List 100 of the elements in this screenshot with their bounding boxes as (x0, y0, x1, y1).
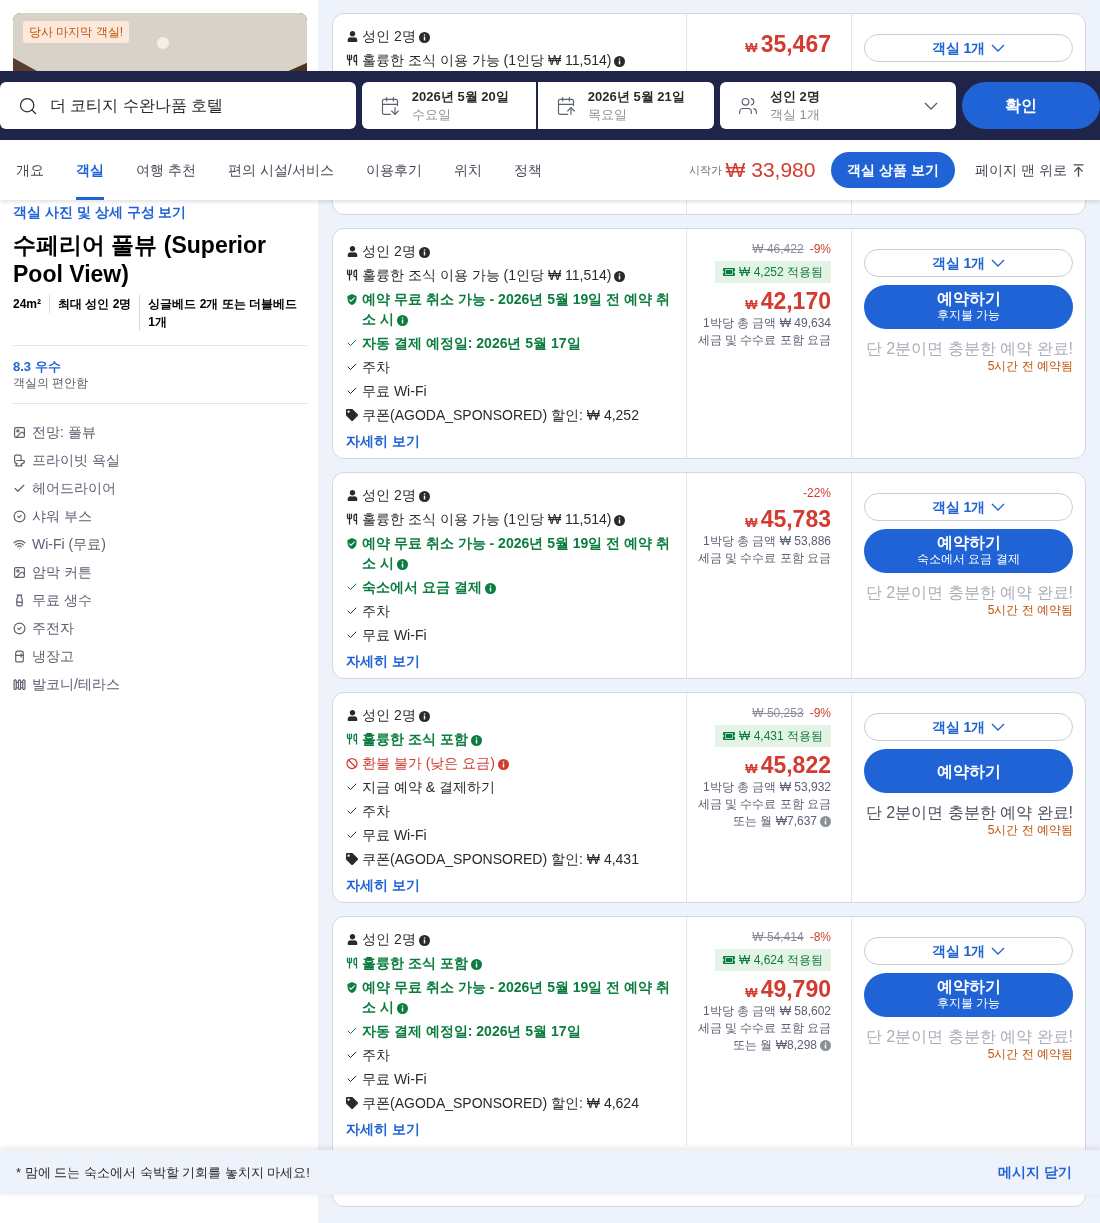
utensils-icon (346, 513, 358, 525)
offer-feature: 성인 2명 (362, 485, 430, 505)
back-to-top-link[interactable]: 페이지 맨 위로 (975, 159, 1086, 181)
currency-symbol: ₩ (745, 984, 758, 1002)
offer-feature: 주차 (362, 802, 390, 821)
people-icon (737, 95, 758, 116)
date-field[interactable]: 2026년 5월 21일 목요일 (537, 82, 714, 129)
book-button[interactable]: 예약하기 후지불 가능 (864, 285, 1073, 329)
section-tab[interactable]: 이용후기 (365, 140, 422, 200)
section-tab[interactable]: 여행 추천 (136, 140, 196, 200)
info-icon[interactable] (418, 934, 430, 946)
booked-recently-text: 5시간 전 예약됨 (986, 358, 1073, 374)
offer-feature: 예약 무료 취소 가능 - 2026년 5월 19일 전 예약 취소 시 (362, 290, 672, 329)
offer-feature: 주차 (362, 602, 390, 621)
search-icon (18, 95, 38, 116)
book-button[interactable]: 예약하기 후지불 가능 (864, 973, 1073, 1017)
room-photos-link[interactable]: 객실 사진 및 상세 구성 보기 (13, 203, 307, 221)
amenity-item: Wi-Fi (무료) (32, 534, 106, 554)
offer-feature: 훌륭한 조식 이용 가능 (1인당 ₩ 11,514) (362, 509, 626, 529)
total-price: 1박당 총 금액 ₩ 49,634 (702, 315, 831, 332)
close-message-button[interactable]: 메시지 닫기 (998, 1162, 1072, 1183)
amenity-item: 전망: 풀뷰 (32, 422, 96, 442)
person-icon (346, 245, 358, 257)
search-field[interactable]: 더 코티지 수완나품 호텔 (0, 82, 356, 129)
offer-feature: 자동 결제 예정일: 2026년 5월 17일 (362, 334, 581, 353)
installment-text: 또는 월 ₩7,637 (732, 813, 831, 830)
offer-feature: 예약 무료 취소 가능 - 2026년 5월 19일 전 예약 취소 시 (362, 978, 672, 1017)
shield-icon (346, 536, 358, 550)
date-field[interactable]: 2026년 5월 20일 수요일 (361, 82, 536, 129)
tax-note: 세금 및 수수료 포함 요금 (697, 550, 831, 567)
chevron-down-icon (991, 503, 1006, 511)
urgency-text: 단 2분이면 충분한 예약 완료! (864, 1027, 1073, 1046)
framed-picture-icon (13, 425, 26, 439)
room-count-select[interactable]: 객실 1개 (864, 937, 1073, 965)
wifi-icon (13, 537, 26, 551)
details-link[interactable]: 자세히 보기 (346, 875, 420, 895)
utensils-icon (346, 269, 358, 281)
confirm-button[interactable]: 확인 (961, 82, 1100, 129)
amenity-item: 샤워 부스 (32, 506, 92, 526)
installment-text: 또는 월 ₩8,298 (732, 1037, 831, 1054)
details-link[interactable]: 자세히 보기 (346, 1119, 420, 1139)
discount-percent: -8% (809, 929, 831, 945)
utensils-icon (346, 54, 358, 66)
framed-picture-icon (13, 565, 26, 579)
person-icon (346, 933, 358, 945)
offer-feature: 무료 Wi-Fi (362, 626, 427, 645)
amenity-item: 프라이빗 욕실 (32, 450, 120, 470)
calendar-icon (555, 95, 576, 116)
room-count-select[interactable]: 객실 1개 (864, 493, 1073, 521)
section-tab[interactable]: 객실 (76, 140, 104, 200)
tax-note: 세금 및 수수료 포함 요금 (697, 796, 831, 813)
room-spec: 24m² (13, 296, 41, 313)
offer-price: 42,170 (760, 287, 831, 315)
ticket-icon (722, 730, 735, 742)
info-icon[interactable] (418, 246, 430, 258)
utensils-icon (346, 733, 358, 745)
shield-icon (346, 980, 358, 994)
booked-recently-text: 5시간 전 예약됨 (986, 1046, 1073, 1062)
currency-symbol: ₩ (745, 296, 758, 314)
offer-price: 45,783 (760, 505, 831, 533)
guests-field[interactable]: 성인 2명 객실 1개 (719, 82, 956, 129)
notice-text: * 맘에 드는 숙소에서 숙박할 기회를 놓치지 마세요! (16, 1163, 310, 1182)
book-button[interactable]: 예약하기 (864, 749, 1073, 793)
room-count-select[interactable]: 객실 1개 (864, 34, 1073, 62)
total-price: 1박당 총 금액 ₩ 58,602 (702, 1003, 831, 1020)
coupon-text: ₩ 4,431 적용됨 (738, 728, 823, 745)
section-tab[interactable]: 위치 (453, 140, 482, 200)
book-button[interactable]: 예약하기 숙소에서 요금 결제 (864, 529, 1073, 573)
booked-recently-text: 5시간 전 예약됨 (986, 822, 1073, 838)
utensils-icon (346, 957, 358, 969)
offer-feature: 훌륭한 조식 포함 (362, 729, 482, 749)
section-tab[interactable]: 정책 (513, 140, 542, 200)
details-link[interactable]: 자세히 보기 (346, 431, 420, 451)
details-link[interactable]: 자세히 보기 (346, 651, 420, 671)
section-tab[interactable]: 편의 시설/서비스 (227, 140, 334, 200)
offer-feature: 쿠폰(AGODA_SPONSORED) 할인: ₩ 4,431 (362, 850, 639, 869)
chevron-down-icon (991, 723, 1006, 731)
info-icon[interactable] (418, 31, 430, 43)
chevron-down-icon (991, 259, 1006, 267)
view-rooms-button[interactable]: 객실 상품 보기 (831, 152, 956, 188)
offer-feature: 숙소에서 요금 결제 (362, 577, 496, 597)
offer-feature: 성인 2명 (362, 241, 430, 261)
offer-feature: 무료 Wi-Fi (362, 826, 427, 845)
offer-feature: 주차 (362, 358, 390, 377)
offer-feature: 훌륭한 조식 이용 가능 (1인당 ₩ 11,514) (362, 50, 626, 70)
room-spec: 최대 성인 2명 (49, 295, 132, 313)
room-count-select[interactable]: 객실 1개 (864, 249, 1073, 277)
room-count-select[interactable]: 객실 1개 (864, 713, 1073, 741)
info-icon[interactable] (614, 270, 626, 282)
tax-note: 세금 및 수수료 포함 요금 (697, 332, 831, 349)
info-icon[interactable] (614, 55, 626, 67)
section-tab[interactable]: 개요 (16, 140, 44, 200)
offer-feature: 무료 Wi-Fi (362, 1070, 427, 1089)
info-icon[interactable] (418, 490, 430, 502)
info-icon[interactable] (614, 514, 626, 526)
from-label: 시작가 (688, 162, 722, 178)
info-icon[interactable] (418, 710, 430, 722)
calendar-icon (379, 95, 400, 116)
room-title: 수페리어 풀뷰 (Superior Pool View) (13, 231, 267, 289)
offer-feature: 예약 무료 취소 가능 - 2026년 5월 19일 전 예약 취소 시 (362, 534, 672, 573)
